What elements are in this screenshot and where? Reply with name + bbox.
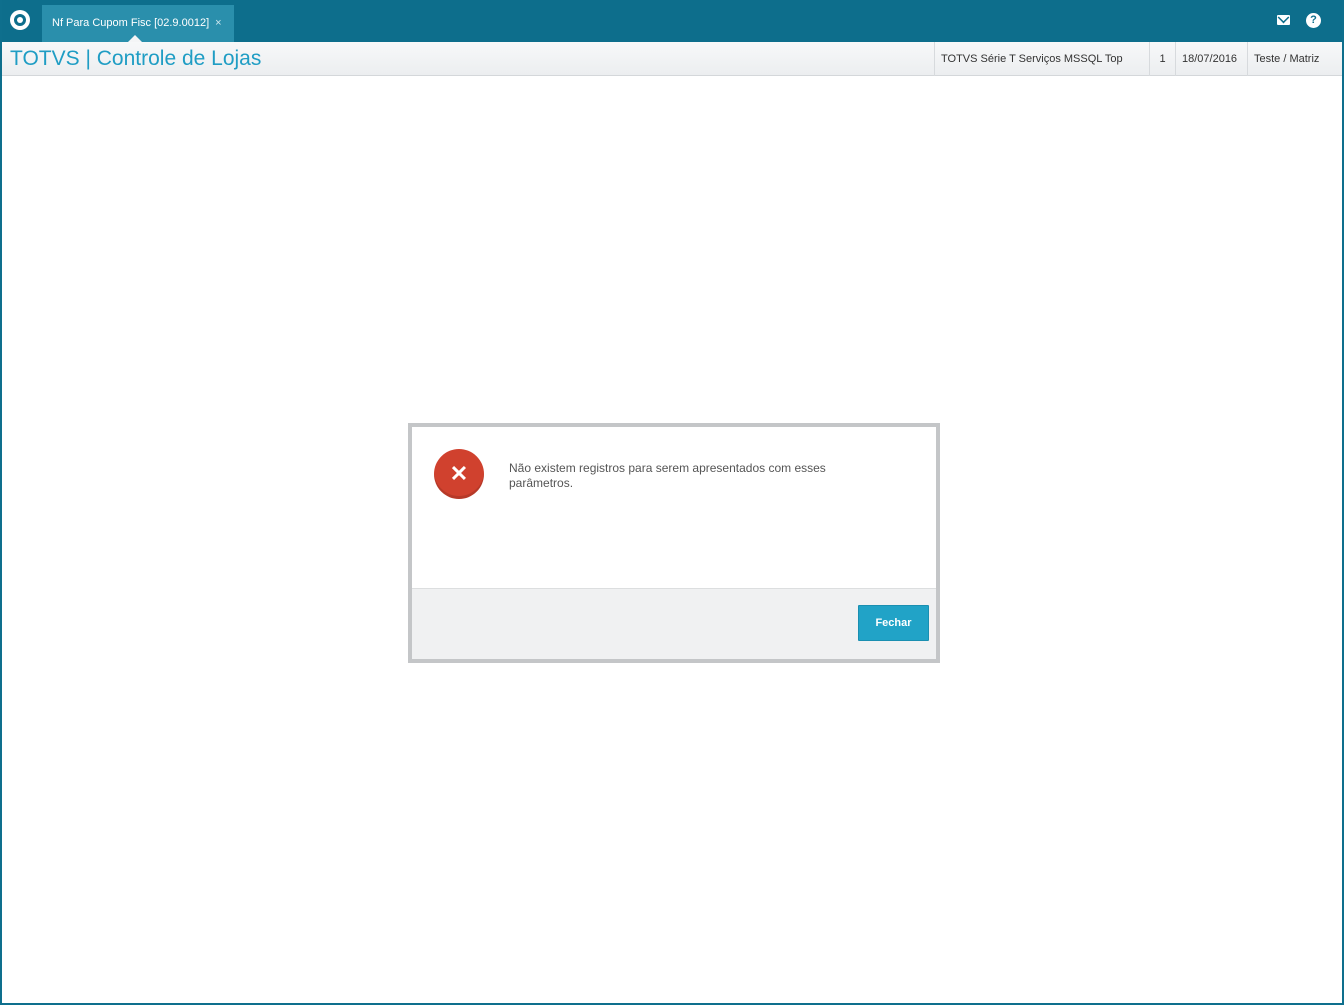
mail-icon[interactable]	[1277, 15, 1290, 25]
system-date[interactable]: 18/07/2016	[1175, 42, 1247, 76]
help-icon[interactable]: ?	[1306, 13, 1321, 28]
app-header: TOTVS | Controle de Lojas TOTVS Série T …	[2, 42, 1342, 76]
dialog-message: Não existem registros para serem apresen…	[509, 461, 826, 490]
top-bar: Nf Para Cupom Fisc [02.9.0012] × ?	[2, 0, 1342, 42]
tab-close-icon[interactable]: ×	[215, 17, 221, 29]
dialog-body: ✕ Não existem registros para serem apres…	[412, 427, 936, 588]
totvs-logo-icon[interactable]	[10, 10, 30, 30]
branch-number[interactable]: 1	[1149, 42, 1175, 76]
error-dialog: ✕ Não existem registros para serem apres…	[408, 423, 940, 663]
page-title: TOTVS | Controle de Lojas	[10, 47, 262, 70]
error-icon: ✕	[434, 449, 484, 499]
tab-indicator	[128, 35, 142, 42]
tab-label: Nf Para Cupom Fisc [02.9.0012]	[52, 17, 210, 29]
dialog-footer: Fechar	[412, 588, 936, 659]
close-button[interactable]: Fechar	[858, 605, 929, 641]
user-company[interactable]: Teste / Matriz	[1247, 42, 1342, 76]
environment-label[interactable]: TOTVS Série T Serviços MSSQL Top	[934, 42, 1149, 76]
